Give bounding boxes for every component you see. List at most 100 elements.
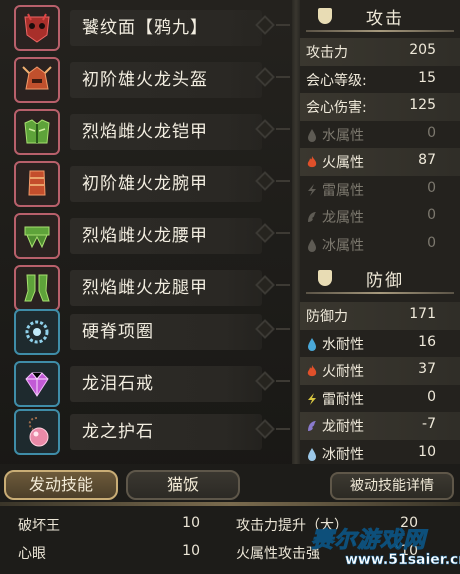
tab-active-skills[interactable]: 发动技能 (4, 470, 118, 500)
ice-icon (306, 446, 318, 461)
sword-icon (318, 8, 332, 24)
stat-label: 龙耐性 (322, 419, 364, 435)
equipment-slot-amulet[interactable]: 龙之护石 (0, 408, 290, 455)
equipment-name: 烈焰雌火龙腿甲 (70, 270, 262, 306)
stat-row: 防御力 171 (300, 302, 460, 330)
stat-label: 火属性 (322, 155, 364, 171)
skill-level: 10 (182, 543, 200, 559)
tab-cat-meal[interactable]: 猫饭 (126, 470, 240, 500)
site-watermark: 赛尔游戏网 www.51saier.cn (305, 520, 460, 574)
stat-label: 防御力 (306, 309, 348, 325)
equipment-name: 龙泪石戒 (70, 366, 262, 402)
stat-label: 冰属性 (322, 237, 364, 254)
stat-label: 龙属性 (322, 210, 364, 226)
stat-label: 雷耐性 (322, 391, 364, 408)
skill-level: 10 (182, 515, 200, 531)
equipment-list: 饕纹面【鸦九】 初阶雄火龙头盔 烈焰雌火龙铠甲 初阶雄火龙腕甲 烈焰雌火龙腰甲 … (0, 0, 300, 464)
slot-divider (276, 284, 290, 286)
stat-value: 0 (427, 124, 436, 141)
stat-row: 龙耐性 -7 (300, 412, 460, 440)
equipment-name: 饕纹面【鸦九】 (70, 10, 262, 46)
attack-section-header: 攻击 (300, 0, 460, 36)
thunder-icon (306, 391, 318, 405)
necklace-icon (14, 309, 60, 355)
amulet-icon (14, 409, 60, 455)
panel-divider (292, 0, 300, 464)
stat-row: 火耐性 37 (300, 357, 460, 385)
stat-row: 雷属性 0 (300, 176, 460, 204)
slot-divider (276, 128, 290, 130)
gem-ring-icon (14, 361, 60, 407)
header-rule (306, 292, 454, 294)
fire-icon (306, 154, 318, 168)
stat-value: 87 (418, 152, 436, 168)
leg-armor-icon (14, 265, 60, 311)
stat-label: 火耐性 (322, 364, 364, 380)
header-rule (306, 30, 454, 32)
equipment-name: 初阶雄火龙头盔 (70, 62, 262, 98)
equipment-slot-chest[interactable]: 烈焰雌火龙铠甲 (0, 108, 290, 155)
stat-value: -7 (422, 416, 436, 432)
gauntlet-icon (14, 161, 60, 207)
skill-name: 心眼 (18, 546, 46, 562)
stat-value: 0 (427, 234, 436, 251)
equipment-slot-waist[interactable]: 烈焰雌火龙腰甲 (0, 212, 290, 259)
slot-divider (276, 232, 290, 234)
stat-row: 水属性 0 (300, 121, 460, 149)
equipment-name: 龙之护石 (70, 414, 262, 450)
chest-armor-icon (14, 109, 60, 155)
stat-row: 雷耐性 0 (300, 385, 460, 413)
equipment-slot-legs[interactable]: 烈焰雌火龙腿甲 (0, 264, 290, 311)
slot-divider (276, 380, 290, 382)
equipment-slot-arms[interactable]: 初阶雄火龙腕甲 (0, 160, 290, 207)
stat-value: 125 (409, 97, 436, 113)
stat-value: 16 (418, 333, 436, 350)
skill-row: 破坏王 10 (18, 512, 204, 536)
stat-value: 0 (427, 207, 436, 223)
equipment-name: 烈焰雌火龙铠甲 (70, 114, 262, 150)
stat-value: 37 (418, 361, 436, 377)
passive-skill-details-button[interactable]: 被动技能详情 (330, 472, 454, 500)
equipment-slot-ring[interactable]: 龙泪石戒 (0, 360, 290, 407)
equipment-slot-charm-neck[interactable]: 硬脊项圈 (0, 308, 290, 355)
stat-row: 水耐性 16 (300, 330, 460, 358)
water-icon (306, 336, 318, 351)
defense-section-header: 防御 (300, 262, 460, 298)
skill-name: 破坏王 (18, 518, 60, 534)
stat-row: 会心等级: 15 (300, 66, 460, 94)
stat-label: 雷属性 (322, 182, 364, 199)
stat-label: 水耐性 (322, 336, 364, 353)
stat-value: 171 (409, 306, 436, 322)
mask-icon (14, 5, 60, 51)
stat-row: 冰属性 0 (300, 231, 460, 259)
waist-armor-icon (14, 213, 60, 259)
stats-panel: 攻击 攻击力 205 会心等级: 15 会心伤害: 125 水属性 0 火属性 87 雷属性 0 龙属性… (300, 0, 460, 464)
stat-value: 10 (418, 443, 436, 460)
dragon-icon (306, 418, 318, 432)
fire-icon (306, 363, 318, 377)
equipment-slot-head[interactable]: 初阶雄火龙头盔 (0, 56, 290, 103)
stat-label: 攻击力 (306, 45, 348, 61)
slot-divider (276, 328, 290, 330)
stat-value: 0 (427, 179, 436, 196)
tab-underline (0, 502, 460, 506)
stat-label: 会心等级: (306, 72, 367, 89)
slot-divider (276, 76, 290, 78)
dragon-icon (306, 209, 318, 223)
stat-value: 205 (409, 42, 436, 58)
stat-row: 会心伤害: 125 (300, 93, 460, 121)
stat-label: 水属性 (322, 127, 364, 144)
equipment-name: 初阶雄火龙腕甲 (70, 166, 262, 202)
helmet-icon (14, 57, 60, 103)
stat-label: 冰耐性 (322, 446, 364, 463)
equipment-slot-head-layered[interactable]: 饕纹面【鸦九】 (0, 4, 290, 51)
equipment-name: 硬脊项圈 (70, 314, 262, 350)
equipment-name: 烈焰雌火龙腰甲 (70, 218, 262, 254)
stat-row: 火属性 87 (300, 148, 460, 176)
slot-divider (276, 428, 290, 430)
watermark-url: www.51saier.cn (345, 552, 460, 568)
watermark-title: 赛尔游戏网 (310, 528, 427, 554)
stat-row: 攻击力 205 (300, 38, 460, 66)
thunder-icon (306, 182, 318, 196)
stat-row: 龙属性 0 (300, 203, 460, 231)
